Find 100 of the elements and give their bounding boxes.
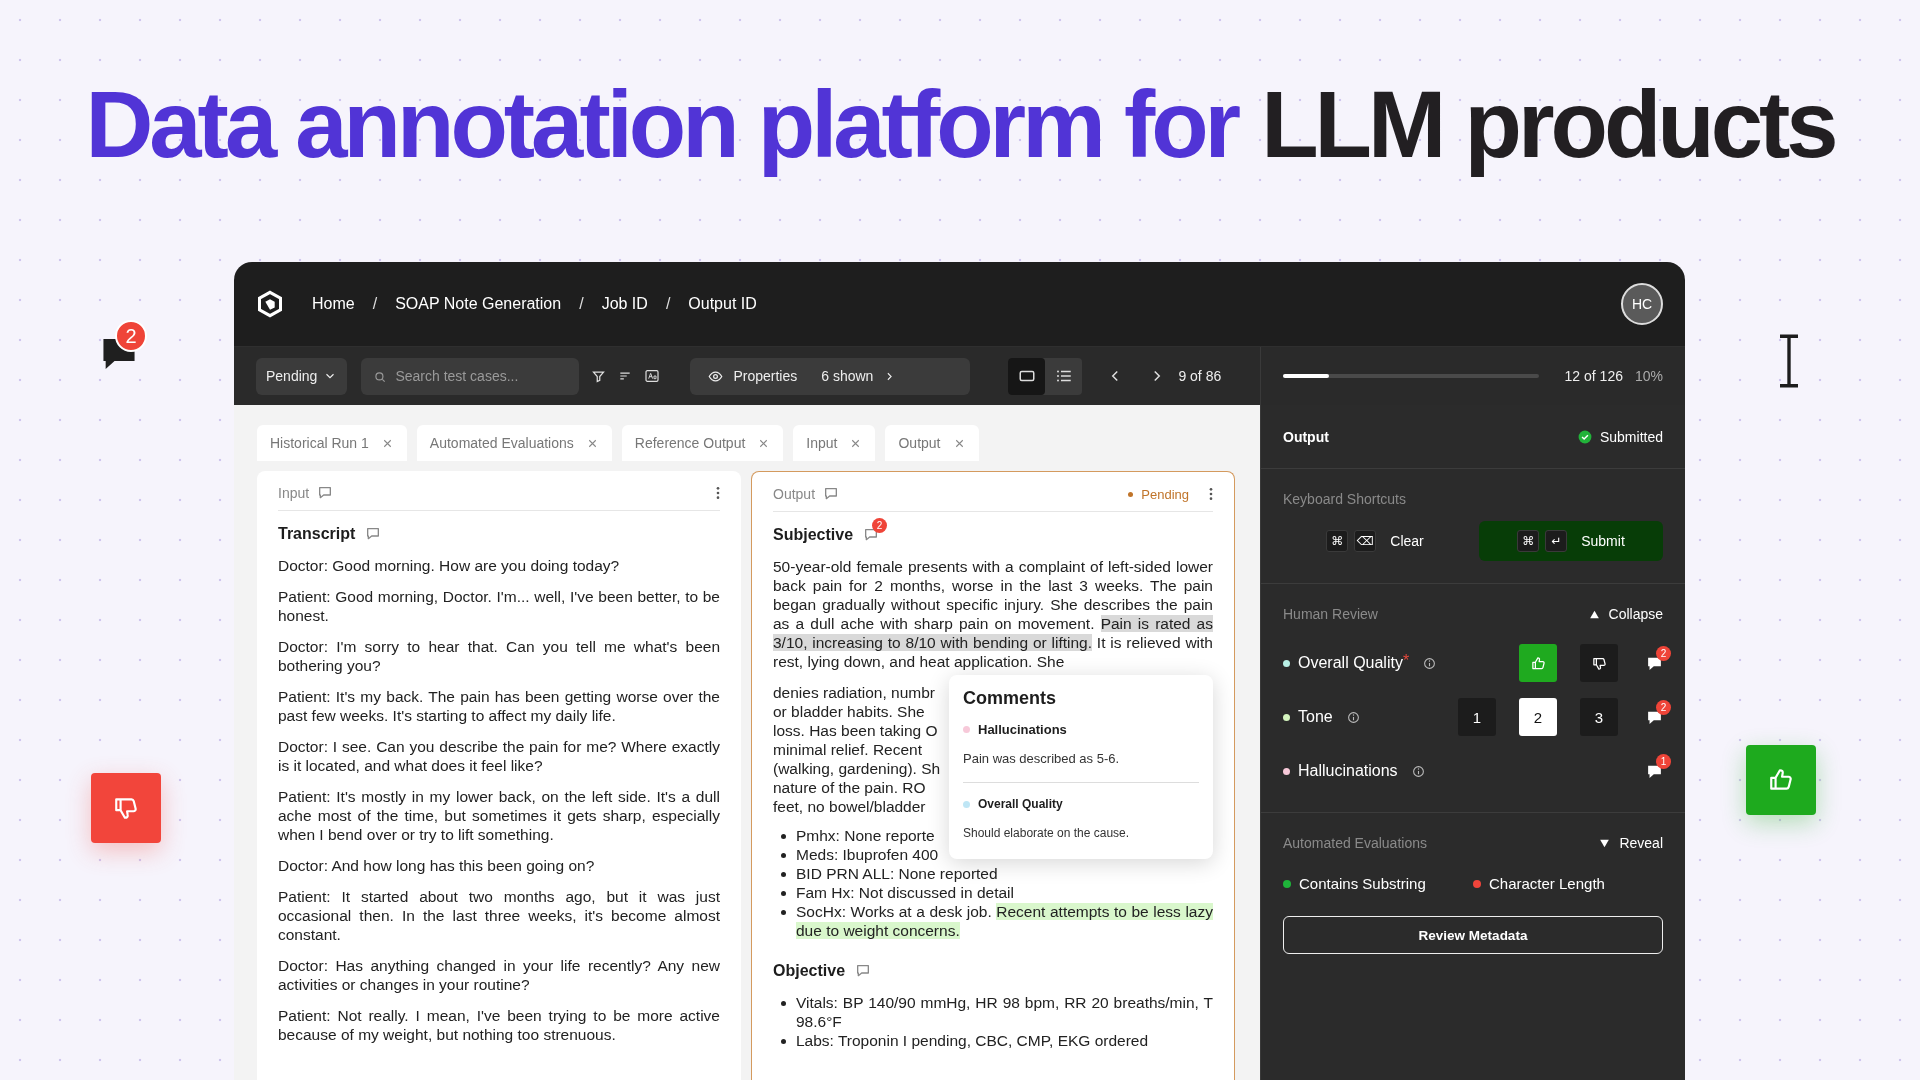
transcript-paragraph: Patient: Not really. I mean, I've been trying to be more active because of my weight, but nothing too strenuous. xyxy=(278,1006,720,1044)
thumbs-down-icon xyxy=(1591,655,1607,671)
breadcrumb-link[interactable]: Job ID xyxy=(601,295,648,313)
info-icon[interactable] xyxy=(1411,764,1425,778)
note-text-line: nature of the pain. RO xyxy=(773,778,926,797)
transcript-paragraph: Doctor: Good morning. How are you doing today? xyxy=(278,556,621,575)
bullet-icon xyxy=(781,853,786,858)
clear-button[interactable]: ⌘ ⌫ Clear xyxy=(1283,521,1467,561)
breadcrumb-separator: / xyxy=(665,295,671,313)
transcript-paragraph: Doctor: I see. Can you describe the pain for me? Where exactly is it located, and what does it feel like? xyxy=(278,737,720,775)
tab[interactable]: Input xyxy=(793,425,876,461)
comment-label: Hallucinations xyxy=(978,721,1067,739)
thumbs-up-icon xyxy=(1530,655,1546,671)
bullet-icon xyxy=(781,872,786,877)
evaluation-label: Contains Substring xyxy=(1299,875,1426,892)
single-view-button[interactable] xyxy=(1008,357,1046,395)
breadcrumb-separator: / xyxy=(579,295,584,313)
note-text-line: loss. Has been taking O xyxy=(773,721,938,740)
sort-icon[interactable] xyxy=(618,369,633,383)
status-label: Pending xyxy=(1141,486,1189,502)
submit-button[interactable]: ⌘ ↵ Submit xyxy=(1479,521,1663,561)
user-avatar[interactable]: HC xyxy=(1621,283,1663,325)
comment-label: Overall Quality xyxy=(978,796,1063,813)
bullet-text: SocHx: Works at a desk job. Recent attempts to be less lazy due to weight concerns. xyxy=(796,902,1213,940)
note-text-line: or bladder habits. She xyxy=(773,702,925,721)
key-cap: ⌫ xyxy=(1354,530,1377,552)
transcript-paragraph: Patient: It started about two months ago, but it was just occasional then. In the last three weeks, it's become almost constant. xyxy=(278,887,720,944)
panel-title: Output xyxy=(1283,428,1329,445)
status-label: Submitted xyxy=(1599,428,1663,445)
count-badge: 2 xyxy=(1656,699,1671,715)
section-title: Transcript xyxy=(278,525,356,543)
count-badge: 1 xyxy=(1656,753,1671,769)
transcript-paragraph: Doctor: I'm sorry to hear that. Can you tell me what's been bothering you? xyxy=(278,637,720,675)
check-circle-icon xyxy=(1577,429,1592,444)
filter-icon[interactable] xyxy=(591,368,607,384)
panel-title: Input xyxy=(278,485,310,501)
criterion-label: Overall Quality xyxy=(1298,654,1403,672)
progress-percent: 10% xyxy=(1634,368,1663,384)
headline-accent-text: Data annotation platform for xyxy=(85,72,1238,177)
comment-text: Should elaborate on the cause. xyxy=(963,825,1131,842)
collapse-toggle[interactable]: Collapse xyxy=(1587,606,1663,622)
section-label: Human Review xyxy=(1283,606,1378,622)
eye-icon xyxy=(708,368,724,384)
note-text-line: (walking, gardening). Sh xyxy=(773,759,941,778)
count-badge: 2 xyxy=(1656,645,1671,661)
info-icon[interactable] xyxy=(1423,656,1437,670)
bullet-icon xyxy=(781,1039,786,1044)
status-dot xyxy=(1128,491,1134,497)
review-metadata-button[interactable]: Review Metadata xyxy=(1283,916,1663,954)
criterion-label: Tone xyxy=(1298,708,1333,726)
bullet-text: BID PRN ALL: None reported xyxy=(796,864,999,883)
tab-label[interactable]: Automated Evaluations xyxy=(429,435,574,451)
thumbs-up-button[interactable] xyxy=(1519,644,1557,682)
info-icon[interactable] xyxy=(1346,710,1360,724)
tab-label[interactable]: Reference Output xyxy=(634,435,746,451)
shown-count: 6 shown xyxy=(821,368,874,384)
tab[interactable]: Output xyxy=(885,425,979,461)
section-title: Objective xyxy=(773,962,846,980)
section-label: Automated Evaluations xyxy=(1283,835,1427,851)
breadcrumb-link[interactable]: Home xyxy=(312,295,355,313)
bullet-text: Pmhx: None reporte xyxy=(796,826,935,845)
transcript-paragraph: Patient: Good morning, Doctor. I'm... well, I've been better, to be honest. xyxy=(278,587,720,625)
transcript-paragraph: Doctor: And how long has this been going on? xyxy=(278,856,596,875)
bullet-icon xyxy=(781,891,786,896)
tab-label[interactable]: Historical Run 1 xyxy=(270,435,369,451)
bullet-text: Meds: Ibuprofen 400 xyxy=(796,845,939,864)
note-text-line: feet, no bowel/bladder xyxy=(773,797,926,816)
rating-button[interactable]: 3 xyxy=(1580,698,1618,736)
bullet-text: Labs: Troponin I pending, CBC, CMP, EKG ordered xyxy=(796,1031,1150,1050)
bullet-icon xyxy=(781,910,786,915)
tab[interactable]: Historical Run 1 xyxy=(257,425,407,461)
note-text-line: denies radiation, numbr xyxy=(773,683,935,702)
status-dropdown[interactable]: Pending xyxy=(256,357,348,395)
reveal-toggle[interactable]: Reveal xyxy=(1598,835,1663,851)
rating-button[interactable]: 1 xyxy=(1458,698,1496,736)
breadcrumb-link[interactable]: Output ID xyxy=(688,295,757,313)
search-icon xyxy=(373,369,388,384)
thumbs-down-button[interactable] xyxy=(1580,644,1618,682)
evaluation-label: Character Length xyxy=(1489,875,1605,892)
text-format-icon[interactable] xyxy=(644,368,661,384)
criterion-label: Hallucinations xyxy=(1298,762,1398,780)
logo-icon[interactable] xyxy=(256,290,284,318)
thumbs-down-icon xyxy=(113,795,139,821)
tab-label[interactable]: Output xyxy=(898,435,941,451)
transcript-paragraph: Doctor: Has anything changed in your life recently? Any new activities or changes in your routine? xyxy=(278,956,720,994)
bullet-text: Fam Hx: Not discussed in detail xyxy=(796,883,1015,902)
tab[interactable]: Reference Output xyxy=(621,425,784,461)
tab[interactable]: Automated Evaluations xyxy=(416,425,612,461)
bullet-text: Vitals: BP 140/90 mmHg, HR 98 bpm, RR 20 breaths/min, T 98.6°F xyxy=(796,993,1213,1031)
tab-label[interactable]: Input xyxy=(806,435,838,451)
section-title: Subjective xyxy=(773,526,854,544)
bullet-icon xyxy=(781,1001,786,1006)
panel-title: Output xyxy=(773,486,816,502)
breadcrumb-link[interactable]: SOAP Note Generation xyxy=(395,295,562,313)
search-field[interactable]: Search test cases... xyxy=(361,357,580,395)
properties-button[interactable]: Properties 6 shown xyxy=(690,357,971,395)
key-cap: ⌘ xyxy=(1326,530,1349,552)
rating-button[interactable]: 2 xyxy=(1519,698,1557,736)
transcript-paragraph: Patient: It's my back. The pain has been getting worse over the past few weeks. It's starting to affect my daily life. xyxy=(278,687,720,725)
breadcrumb-separator: / xyxy=(372,295,378,313)
